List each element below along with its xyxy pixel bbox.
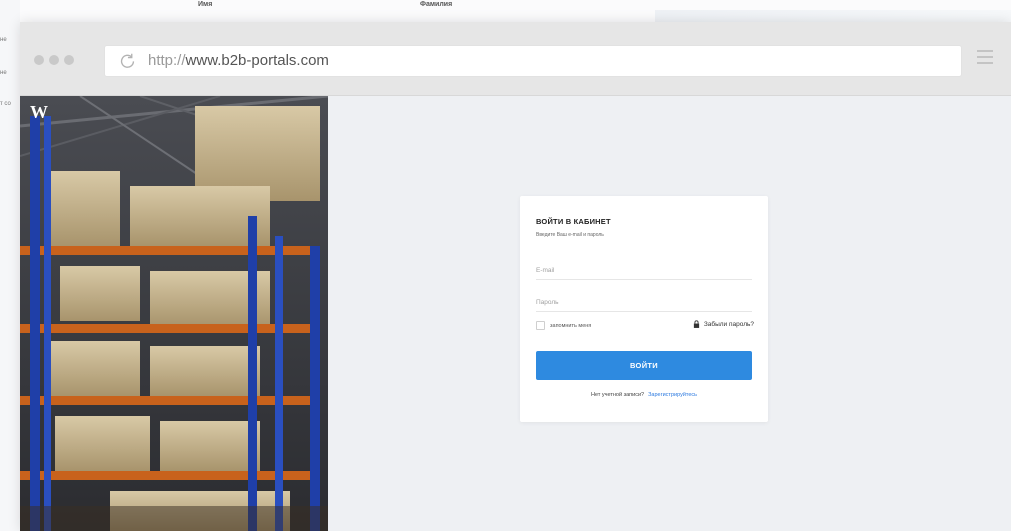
address-bar[interactable]: http://www.b2b-portals.com — [104, 45, 962, 77]
register-link[interactable]: Зарегистрируйтесь — [648, 392, 697, 398]
brand-logo[interactable]: W — [30, 102, 48, 123]
page-content: W ВОЙТИ В КАБИНЕТ Введите Ваш e-mail и п… — [20, 96, 1011, 531]
no-account-text: Нет учетной записи? — [590, 392, 645, 398]
background-text-fragment: не — [0, 70, 7, 76]
browser-window: http://www.b2b-portals.com W ВОЙТИ В КАБ… — [20, 22, 1011, 531]
login-subtitle: Введите Ваш e-mail и пароль — [536, 232, 604, 238]
password-field-wrapper — [536, 291, 752, 312]
background-text-fragment: т со — [0, 101, 11, 107]
reload-icon[interactable] — [119, 52, 136, 69]
window-control-dot[interactable] — [64, 55, 74, 65]
browser-toolbar: http://www.b2b-portals.com — [20, 22, 1011, 96]
login-title: ВОЙТИ В КАБИНЕТ — [536, 217, 611, 226]
background-text-fragment: не — [0, 37, 7, 43]
window-control-dot[interactable] — [34, 55, 44, 65]
login-card: ВОЙТИ В КАБИНЕТ Введите Ваш e-mail и пар… — [520, 196, 768, 422]
warehouse-photo: W — [20, 96, 328, 531]
forgot-password-label: Забыли пароль? — [703, 320, 754, 328]
background-left-strip: не не т со — [0, 0, 20, 531]
background-column-header: Фамилия — [420, 1, 453, 8]
login-button[interactable]: ВОЙТИ — [536, 351, 752, 380]
remember-me-label: запомнить меня — [550, 322, 592, 329]
background-column-header: Имя — [198, 1, 213, 8]
email-field[interactable] — [536, 262, 752, 279]
password-field[interactable] — [536, 294, 752, 311]
url-domain: www.b2b-portals.com — [185, 52, 329, 69]
warehouse-illustration — [20, 96, 328, 531]
url-protocol: http:// — [148, 52, 186, 69]
remember-me[interactable]: запомнить меня — [536, 321, 591, 330]
signup-prompt: Нет учетной записи? Зарегистрируйтесь — [520, 392, 768, 398]
email-field-wrapper — [536, 259, 752, 280]
window-control-dot[interactable] — [49, 55, 59, 65]
lock-icon — [693, 320, 699, 328]
url-text[interactable]: http://www.b2b-portals.com — [148, 52, 329, 69]
forgot-password-link[interactable]: Забыли пароль? — [693, 320, 754, 328]
remember-me-checkbox[interactable] — [536, 321, 545, 330]
hamburger-menu-icon[interactable] — [977, 50, 993, 66]
